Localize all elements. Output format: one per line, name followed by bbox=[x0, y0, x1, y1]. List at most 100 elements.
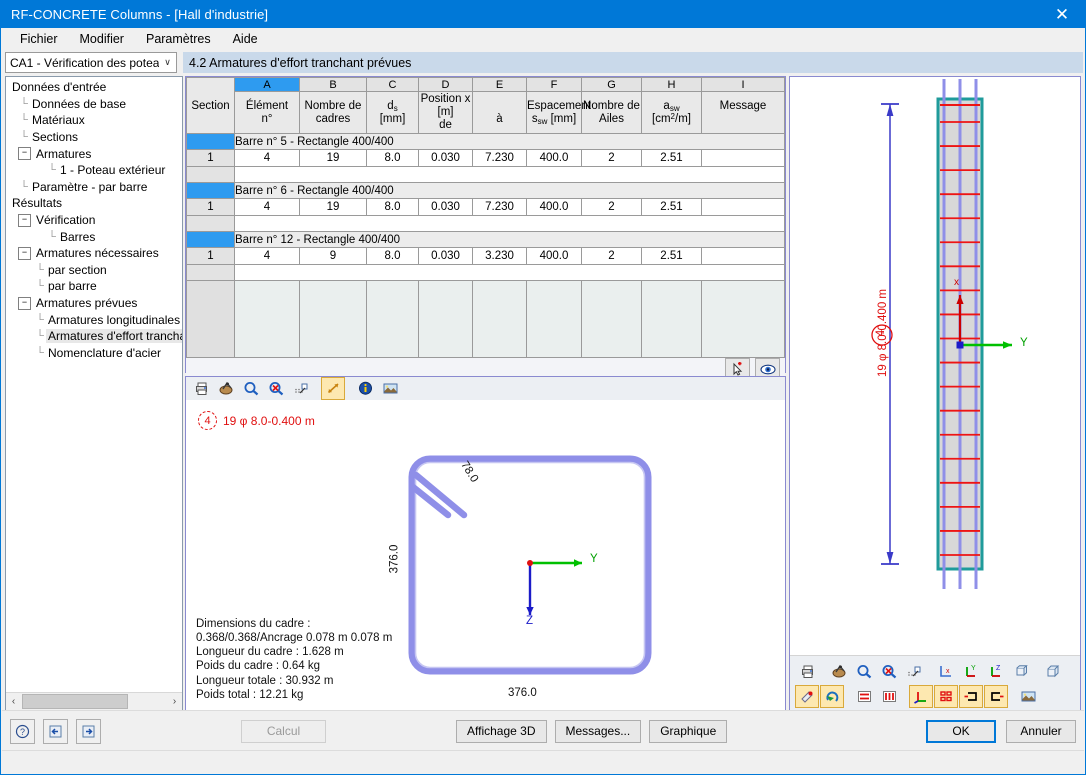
sidebar-item-donn-es-de-base[interactable]: └ Données de base bbox=[8, 96, 182, 113]
print-icon[interactable] bbox=[189, 377, 213, 400]
cell-a[interactable]: 7.230 bbox=[472, 198, 527, 216]
cell-cadres[interactable]: 19 bbox=[299, 149, 367, 167]
column-header-A[interactable]: A bbox=[234, 77, 300, 92]
help-icon[interactable]: ? bbox=[10, 718, 35, 744]
section-lines-icon[interactable] bbox=[852, 685, 876, 708]
bars-icon[interactable] bbox=[877, 685, 901, 708]
sidebar-item-armatures-longitudinales[interactable]: └ Armatures longitudinales bbox=[8, 311, 182, 328]
scroll-left-icon[interactable]: ‹ bbox=[6, 696, 21, 707]
cell-asw[interactable]: 2.51 bbox=[641, 198, 702, 216]
cell-cadres[interactable]: 9 bbox=[299, 247, 367, 265]
box-view-icon[interactable] bbox=[1041, 660, 1065, 683]
column-header-I[interactable]: I bbox=[701, 77, 785, 92]
view-x-icon[interactable]: x bbox=[934, 660, 958, 683]
sidebar-item-armatures-n-cessaires[interactable]: − Armatures nécessaires bbox=[8, 245, 182, 262]
table-blank-row[interactable] bbox=[186, 215, 785, 232]
column-header-B[interactable]: B bbox=[299, 77, 367, 92]
close-icon[interactable]: ✕ bbox=[1039, 1, 1085, 28]
cell-message[interactable] bbox=[701, 149, 785, 167]
grid-snap-icon[interactable] bbox=[289, 377, 313, 400]
table-blank-row[interactable] bbox=[186, 166, 785, 183]
cell-asw[interactable]: 2.51 bbox=[641, 149, 702, 167]
ok-button[interactable]: OK bbox=[926, 719, 996, 743]
navigator-hscrollbar[interactable]: ‹ › bbox=[6, 692, 182, 710]
column-header-E[interactable]: E bbox=[472, 77, 527, 92]
axes-icon[interactable] bbox=[909, 685, 933, 708]
cell-cadres[interactable]: 19 bbox=[299, 198, 367, 216]
menu-item-parametres[interactable]: Paramètres bbox=[135, 29, 222, 49]
cell-ailes[interactable]: 2 bbox=[581, 247, 642, 265]
cell-element[interactable]: 4 bbox=[234, 198, 300, 216]
cell-esp[interactable]: 400.0 bbox=[526, 149, 582, 167]
tree-expander[interactable]: − bbox=[18, 147, 31, 161]
column-header-H[interactable]: H bbox=[641, 77, 702, 92]
blank-cell[interactable] bbox=[234, 166, 785, 183]
column-header-G[interactable]: G bbox=[581, 77, 642, 92]
table-row[interactable]: 1 4 19 8.0 0.030 7.230 400.0 2 2.51 bbox=[186, 149, 785, 167]
menu-item-modifier[interactable]: Modifier bbox=[69, 29, 135, 49]
info-icon[interactable] bbox=[353, 377, 377, 400]
column-header-D[interactable]: D bbox=[418, 77, 473, 92]
image-icon[interactable] bbox=[378, 377, 402, 400]
sidebar-item-r-sultats[interactable]: Résultats bbox=[8, 195, 182, 212]
view-y-icon[interactable]: Y bbox=[959, 660, 983, 683]
cancel-button[interactable]: Annuler bbox=[1006, 719, 1076, 743]
table-blank-row[interactable] bbox=[186, 264, 785, 281]
image-icon[interactable] bbox=[1016, 685, 1040, 708]
graphique-button[interactable]: Graphique bbox=[649, 719, 728, 743]
zoom-reset-icon[interactable] bbox=[877, 660, 901, 683]
cell-a[interactable]: 7.230 bbox=[472, 149, 527, 167]
cell-element[interactable]: 4 bbox=[234, 247, 300, 265]
zoom-in-icon[interactable] bbox=[239, 377, 263, 400]
cell-ailes[interactable]: 2 bbox=[581, 198, 642, 216]
affichage-3d-button[interactable]: Affichage 3D bbox=[456, 719, 547, 743]
fit-view-icon[interactable] bbox=[321, 377, 345, 400]
cell-message[interactable] bbox=[701, 198, 785, 216]
sidebar-item-donn-es-d-entr-e[interactable]: Données d'entrée bbox=[8, 79, 182, 96]
left-align-icon[interactable] bbox=[959, 685, 983, 708]
sidebar-item-nomenclature-d-acier[interactable]: └ Nomenclature d'acier bbox=[8, 345, 182, 362]
sidebar-item-1-poteau-ext-rieur[interactable]: └ 1 - Poteau extérieur bbox=[8, 162, 182, 179]
sidebar-item-armatures-pr-vues[interactable]: − Armatures prévues bbox=[8, 295, 182, 312]
right-align-icon[interactable] bbox=[984, 685, 1008, 708]
sidebar-item-armatures[interactable]: − Armatures bbox=[8, 145, 182, 162]
zoom-reset-icon[interactable] bbox=[264, 377, 288, 400]
prev-icon[interactable] bbox=[43, 718, 68, 744]
sidebar-item-par-barre[interactable]: └ par barre bbox=[8, 278, 182, 295]
rotate-icon[interactable] bbox=[820, 685, 844, 708]
elevation-canvas[interactable]: 19 φ 8.0-0.400 m 4 Y x bbox=[790, 77, 1080, 655]
cell-ailes[interactable]: 2 bbox=[581, 149, 642, 167]
cell-element[interactable]: 4 bbox=[234, 149, 300, 167]
edit-rebar-icon[interactable] bbox=[795, 685, 819, 708]
case-select[interactable]: CA1 - Vérification des poteaux à ∨ bbox=[5, 52, 177, 73]
messages-button[interactable]: Messages... bbox=[554, 719, 642, 743]
cell-ds[interactable]: 8.0 bbox=[366, 198, 419, 216]
cell-a[interactable]: 3.230 bbox=[472, 247, 527, 265]
cell-ds[interactable]: 8.0 bbox=[366, 247, 419, 265]
scrollbar-thumb[interactable] bbox=[22, 694, 128, 709]
table-row[interactable]: 1 4 9 8.0 0.030 3.230 400.0 2 2.51 bbox=[186, 247, 785, 265]
cell-message[interactable] bbox=[701, 247, 785, 265]
sidebar-item-par-section[interactable]: └ par section bbox=[8, 262, 182, 279]
tree-expander[interactable]: − bbox=[18, 246, 31, 260]
sidebar-item-v-rification[interactable]: − Vérification bbox=[8, 212, 182, 229]
column-header-C[interactable]: C bbox=[366, 77, 419, 92]
view-z-icon[interactable]: Z bbox=[984, 660, 1008, 683]
cell-ds[interactable]: 8.0 bbox=[366, 149, 419, 167]
column-header-F[interactable]: F bbox=[526, 77, 582, 92]
cell-de[interactable]: 0.030 bbox=[418, 247, 473, 265]
tree-expander[interactable]: − bbox=[18, 296, 31, 310]
scroll-right-icon[interactable]: › bbox=[167, 696, 182, 707]
sidebar-item-sections[interactable]: └ Sections bbox=[8, 129, 182, 146]
calcul-button[interactable]: Calcul bbox=[241, 719, 326, 743]
grid-icon[interactable] bbox=[934, 685, 958, 708]
iso-view-icon[interactable] bbox=[1009, 660, 1033, 683]
cell-de[interactable]: 0.030 bbox=[418, 149, 473, 167]
blank-cell[interactable] bbox=[234, 264, 785, 281]
sidebar-item-armatures-d-effort-trancha[interactable]: └ Armatures d'effort trancha bbox=[8, 328, 182, 345]
sidebar-item-barres[interactable]: └ Barres bbox=[8, 228, 182, 245]
blank-cell[interactable] bbox=[234, 215, 785, 232]
cell-esp[interactable]: 400.0 bbox=[526, 247, 582, 265]
tree-expander[interactable]: − bbox=[18, 213, 31, 227]
stirrup-canvas[interactable]: 4 19 φ 8.0-0.400 m 78.0 Y Z 376.0 376.0 … bbox=[186, 401, 785, 710]
